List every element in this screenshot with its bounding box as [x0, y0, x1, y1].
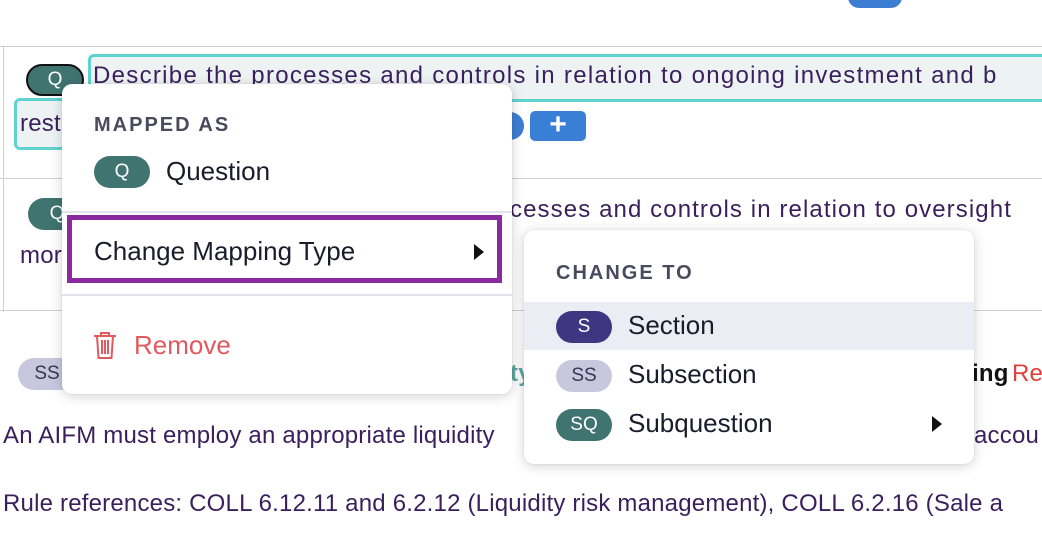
table-border-left	[3, 46, 4, 312]
top-row-badge-fragment[interactable]	[848, 0, 902, 8]
mapped-as-heading: MAPPED AS	[94, 114, 231, 136]
subquestion-label: Subquestion	[628, 408, 773, 438]
change-mapping-type-item[interactable]: Change Mapping Type	[67, 215, 502, 283]
change-to-submenu: CHANGE TO S Section SS Subsection SQ Sub…	[524, 230, 974, 464]
submenu-arrow-icon	[474, 244, 484, 260]
subsection-badge: SS	[556, 360, 612, 392]
option-subquestion[interactable]: SQ Subquestion	[524, 400, 974, 448]
current-mapping-label: Question	[166, 156, 271, 186]
section-badge: S	[556, 311, 612, 343]
paragraph-liquidity-right: accou	[974, 422, 1040, 449]
section-label: Section	[628, 310, 715, 340]
question-text-row1-cont: rest	[20, 110, 61, 137]
trash-icon	[94, 332, 116, 359]
add-mapping-button[interactable]: +	[530, 110, 586, 141]
paragraph-liquidity: An AIFM must employ an appropriate liqui…	[3, 422, 495, 449]
subquestion-badge: SQ	[556, 409, 612, 441]
heading-fragment-right: ing	[972, 360, 1009, 387]
option-section[interactable]: S Section	[524, 302, 974, 350]
heading-fragment-red: Re	[1012, 360, 1042, 387]
remove-item[interactable]: Remove	[62, 320, 512, 370]
menu-separator	[62, 211, 512, 213]
question-type-badge: Q	[94, 156, 150, 188]
divider	[0, 46, 1042, 47]
paragraph-rule-references: Rule references: COLL 6.12.11 and 6.2.12…	[3, 490, 1004, 517]
remove-label: Remove	[134, 330, 231, 360]
question-text-row2-cont: mor	[20, 242, 62, 269]
change-mapping-type-label: Change Mapping Type	[94, 236, 356, 266]
subsection-label: Subsection	[628, 359, 757, 389]
change-to-heading: CHANGE TO	[556, 262, 694, 284]
subquestion-arrow-icon	[932, 416, 942, 432]
menu-separator	[62, 294, 512, 296]
question-text-row2: cesses and controls in relation to overs…	[510, 196, 1012, 223]
option-subsection[interactable]: SS Subsection	[524, 351, 974, 399]
mapping-context-menu: MAPPED AS Q Question Change Mapping Type…	[62, 84, 512, 394]
